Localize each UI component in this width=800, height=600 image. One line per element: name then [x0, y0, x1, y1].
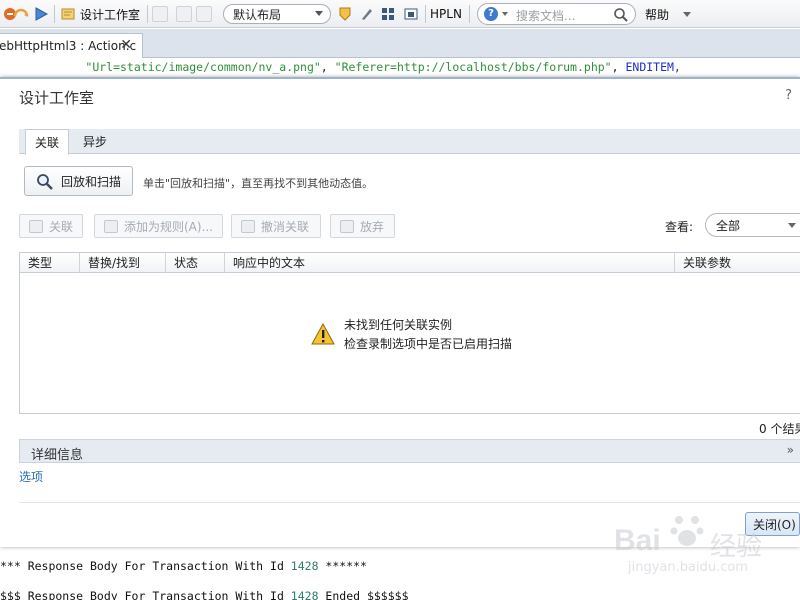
log-line: $$$ Response Body For Transaction With I… [0, 589, 800, 600]
code-line[interactable]: "Url=static/image/common/nv_a.png", "Ref… [0, 58, 800, 76]
column-header-type[interactable]: 类型 [20, 253, 80, 273]
view-filter-select[interactable]: 全部 [705, 213, 800, 237]
code-string-referer: "Referer=http://localhost/bbs/forum.php" [334, 60, 612, 74]
run-icon[interactable] [33, 0, 49, 28]
search-input-placeholder: 搜索文档... [516, 9, 576, 23]
tab-correlation[interactable]: 关联 [25, 129, 69, 155]
disabled-tool-icon-3 [196, 0, 212, 28]
log-transaction-id: 1428 [290, 589, 319, 600]
table-header: 类型 替换/找到 状态 响应中的文本 关联参数 [20, 253, 800, 273]
correlate-icon [29, 220, 43, 233]
replay-and-scan-button[interactable]: 回放和扫描 [24, 166, 133, 196]
double-chevron-down-icon: » [786, 443, 794, 457]
code-string-url: "Url=static/image/common/nv_a.png" [85, 60, 321, 74]
add-as-rule-button[interactable]: 添加为规则(A)... [94, 214, 223, 238]
paw-icon [670, 516, 704, 546]
design-studio-icon [61, 8, 75, 20]
details-section-header[interactable]: 详细信息 » [19, 439, 800, 463]
log-line-text: $$$ Response Body For Transaction With I… [0, 589, 291, 600]
correlate-button[interactable]: 关联 [19, 214, 83, 238]
undo-correlation-label: 撤消关联 [261, 219, 310, 234]
help-circle-icon: ? [484, 7, 498, 21]
pen-icon[interactable] [359, 0, 375, 28]
undo-correlation-button[interactable]: 撤消关联 [231, 214, 321, 238]
discard-button[interactable]: 放弃 [330, 214, 395, 238]
editor-tab-strip: ebHttpHtml3 : Action.c ✕ [0, 29, 800, 58]
shield-icon[interactable] [338, 0, 352, 28]
correlate-label: 关联 [49, 219, 74, 234]
help-menu[interactable]: 帮助 [645, 0, 692, 28]
replay-icon[interactable] [12, 0, 30, 28]
watermark-brand: Bai [614, 524, 661, 557]
design-studio-label: 设计工作室 [80, 7, 141, 22]
disabled-tool-icon-2 [176, 0, 192, 28]
empty-state-hint: 检查录制选项中是否已启用扫描 [344, 337, 513, 351]
column-header-replace-found[interactable]: 替换/找到 [80, 253, 166, 273]
dialog-tabs: 关联 异步 [19, 129, 800, 155]
add-as-rule-label: 添加为规则(A)... [124, 219, 214, 234]
close-icon[interactable]: ✕ [120, 37, 132, 53]
design-studio-button[interactable]: 设计工作室 [60, 0, 140, 28]
column-header-correlation-params[interactable]: 关联参数 [675, 253, 800, 273]
hpln-label: HPLN [430, 7, 462, 21]
design-studio-dialog: 设计工作室 ? 关联 异步 回放和扫描 单击"回放和扫描"，直至再找不到其他动态… [0, 77, 800, 547]
main-toolbar: 设计工作室 默认布局 HPLN ? 搜索文档... 帮助 [0, 0, 800, 28]
code-keyword: ENDITEM, [625, 60, 681, 74]
editor-tab-label: ebHttpHtml3 : Action.c [0, 39, 137, 53]
log-line-text: *** Response Body For Transaction With I… [0, 559, 291, 573]
chevron-down-icon [502, 12, 508, 16]
replay-and-scan-label: 回放和扫描 [61, 174, 122, 189]
search-box[interactable]: ? 搜索文档... [477, 3, 636, 25]
baidu-watermark: Bai 经验 jingyan.baidu.com [590, 510, 800, 590]
column-header-status[interactable]: 状态 [166, 253, 225, 273]
dialog-title: 设计工作室 [19, 89, 95, 107]
chevron-down-icon [315, 11, 323, 16]
tab-async[interactable]: 异步 [75, 129, 115, 154]
disabled-tool-icon-1 [152, 0, 168, 28]
watermark-brand-suffix: 经验 [710, 532, 763, 562]
correlation-table: 类型 替换/找到 状态 响应中的文本 关联参数 未找到任何关联实例 检查录制选项… [19, 252, 800, 414]
layout-select[interactable]: 默认布局 [223, 4, 331, 24]
view-label: 查看: [665, 220, 694, 234]
undo-icon [241, 220, 255, 233]
replay-hint-text: 单击"回放和扫描"，直至再找不到其他动态值。 [143, 177, 374, 190]
layout-select-value: 默认布局 [233, 7, 282, 22]
log-line-suffix: Ended $$$$$$ [318, 589, 409, 600]
warning-icon [311, 323, 335, 345]
column-header-response-text[interactable]: 响应中的文本 [225, 253, 675, 273]
details-label: 详细信息 [31, 448, 84, 463]
result-count: 0 个结果 [759, 422, 800, 436]
dialog-help-button[interactable]: ? [785, 88, 792, 103]
editor-tab-action-c[interactable]: ebHttpHtml3 : Action.c ✕ [0, 33, 143, 58]
chevron-down-icon [683, 11, 692, 17]
add-rule-icon [104, 220, 118, 233]
log-transaction-id: 1428 [290, 559, 319, 573]
help-menu-label: 帮助 [645, 7, 670, 22]
search-icon[interactable] [613, 7, 629, 23]
discard-label: 放弃 [360, 219, 385, 234]
hpln-link[interactable]: HPLN [430, 0, 462, 28]
search-icon [37, 174, 53, 190]
trash-icon [340, 220, 354, 233]
log-line-suffix: ****** [318, 559, 367, 573]
view-filter-value: 全部 [716, 218, 741, 233]
dialog-divider [19, 502, 800, 503]
window-icon[interactable] [403, 0, 419, 28]
watermark-url: jingyan.baidu.com [628, 560, 748, 575]
empty-state-title: 未找到任何关联实例 [344, 318, 453, 332]
chevron-down-icon [788, 223, 796, 228]
options-link[interactable]: 选项 [19, 468, 43, 485]
grid-icon[interactable] [381, 0, 395, 28]
